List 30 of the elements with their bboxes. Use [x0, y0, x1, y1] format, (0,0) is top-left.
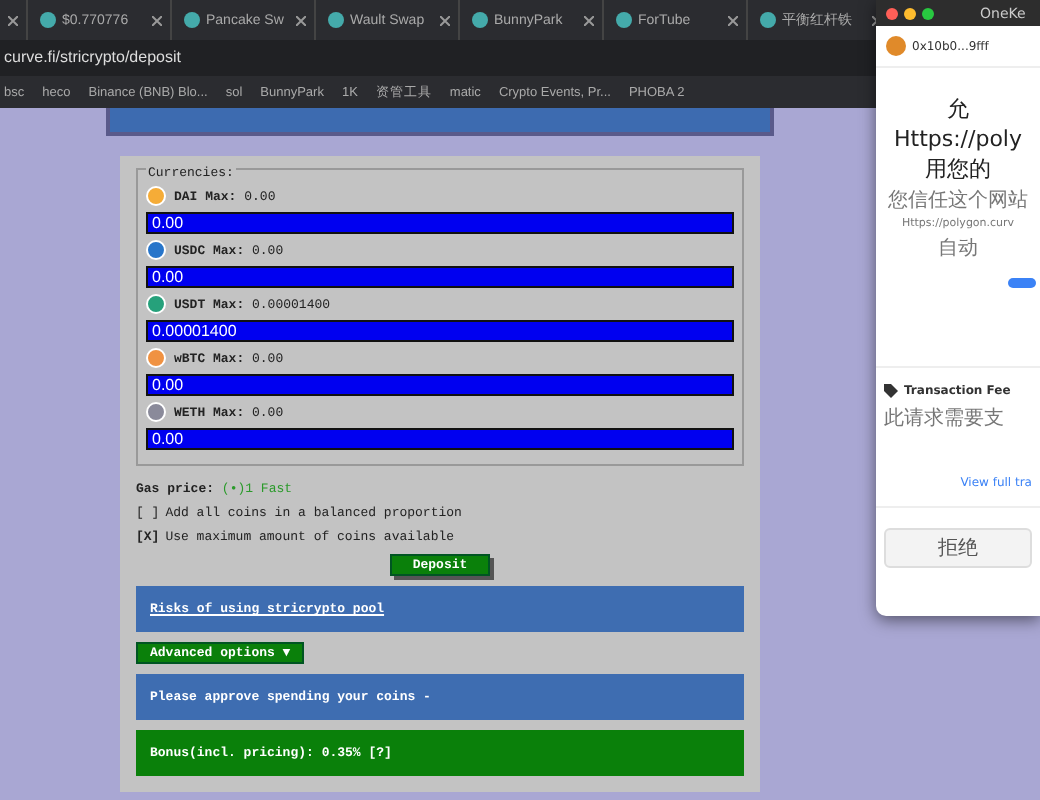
close-icon[interactable]	[728, 15, 738, 25]
toggle-icon[interactable]	[1008, 278, 1036, 288]
maximize-icon[interactable]	[922, 7, 934, 19]
site-icon	[328, 12, 344, 28]
close-icon[interactable]	[8, 15, 18, 25]
close-icon[interactable]	[152, 15, 162, 25]
close-icon[interactable]	[886, 7, 898, 19]
site-icon	[760, 12, 776, 28]
auto-text: 自动	[938, 236, 978, 262]
heading-text: 允	[947, 96, 969, 122]
close-icon[interactable]	[296, 15, 306, 25]
site-icon	[616, 12, 632, 28]
amount-input[interactable]: 0.00	[146, 266, 734, 288]
amount-input[interactable]: 0.00	[146, 428, 734, 450]
close-icon[interactable]	[584, 15, 594, 25]
amount-input[interactable]: 0.00	[146, 212, 734, 234]
trust-text: 您信任这个网站	[888, 187, 1028, 214]
amount-input[interactable]: 0.00	[146, 374, 734, 396]
heading-text: Https://poly	[893, 126, 1022, 152]
minimize-icon[interactable]	[904, 7, 916, 19]
site-icon	[472, 12, 488, 28]
site-icon	[40, 12, 56, 28]
fee-note: 此请求需要支	[884, 405, 1006, 432]
heading-text: 用您的	[925, 156, 991, 182]
site-icon	[184, 12, 200, 28]
close-icon[interactable]	[440, 15, 450, 25]
amount-input[interactable]: 0.00001400	[146, 320, 734, 342]
tag-icon	[884, 384, 898, 398]
avatar-icon	[886, 36, 906, 56]
reject-button[interactable]: 拒绝	[884, 528, 1032, 568]
